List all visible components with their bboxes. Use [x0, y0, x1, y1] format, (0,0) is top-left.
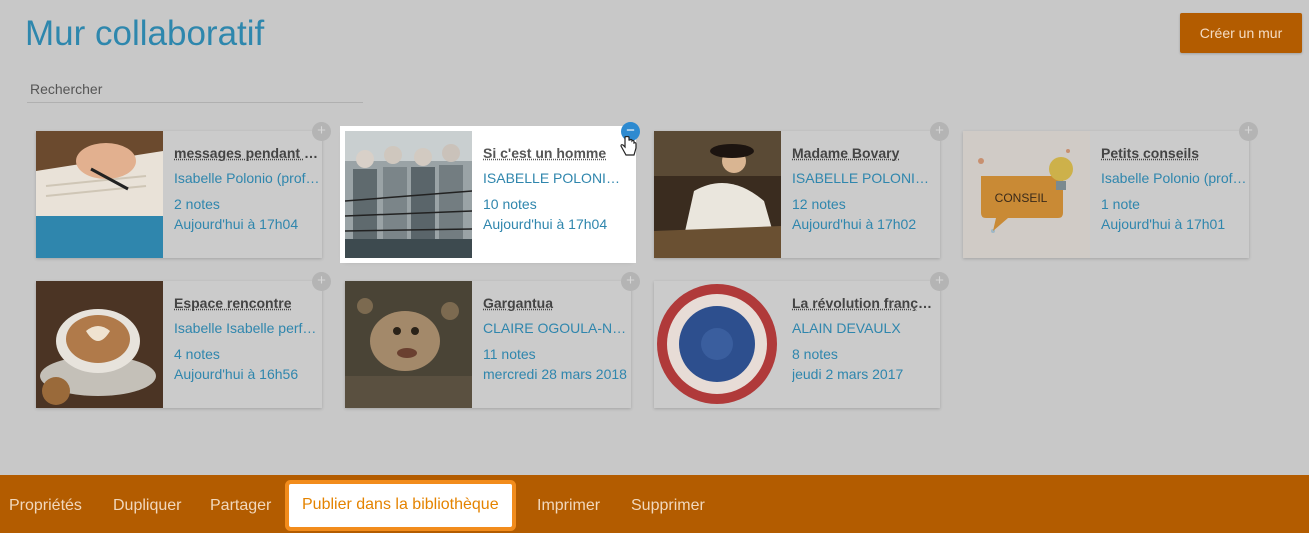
card-notes: 11 notes	[483, 346, 629, 362]
card-date: Aujourd'hui à 17h01	[1101, 216, 1247, 232]
page-title: Mur collaboratif	[25, 14, 264, 54]
card-date: Aujourd'hui à 17h02	[792, 216, 938, 232]
wall-card[interactable]: Espace rencontre Isabelle Isabelle perf …	[36, 281, 322, 408]
card-notes: 12 notes	[792, 196, 938, 212]
card-author: ALAIN DEVAULX	[792, 320, 938, 336]
search-placeholder: Rechercher	[27, 81, 102, 97]
card-date: mercredi 28 mars 2018	[483, 366, 629, 382]
card-thumbnail	[654, 131, 781, 258]
menu-publish-library[interactable]: Publier dans la bibliothèque	[289, 484, 512, 527]
card-notes: 1 note	[1101, 196, 1247, 212]
card-title[interactable]: La révolution française	[792, 295, 938, 311]
card-author: CLAIRE OGOULA-NK...	[483, 320, 629, 336]
add-icon[interactable]: +	[621, 272, 640, 291]
menu-print[interactable]: Imprimer	[537, 475, 600, 533]
add-icon[interactable]: +	[930, 122, 949, 141]
card-thumbnail	[345, 281, 472, 408]
card-thumbnail	[345, 131, 472, 258]
card-date: Aujourd'hui à 16h56	[174, 366, 320, 382]
card-author: Isabelle Polonio (prof ...	[174, 170, 320, 186]
card-thumbnail	[654, 281, 781, 408]
card-notes: 10 notes	[483, 196, 629, 212]
add-icon[interactable]: +	[930, 272, 949, 291]
add-icon[interactable]: +	[1239, 122, 1258, 141]
menu-properties[interactable]: Propriétés	[9, 475, 82, 533]
card-title[interactable]: Madame Bovary	[792, 145, 938, 161]
add-icon[interactable]: +	[312, 122, 331, 141]
card-title[interactable]: messages pendant le confinement	[174, 145, 320, 161]
card-notes: 8 notes	[792, 346, 938, 362]
card-date: Aujourd'hui à 17h04	[174, 216, 320, 232]
card-author: Isabelle Isabelle perf t...	[174, 320, 320, 336]
menu-duplicate[interactable]: Dupliquer	[113, 475, 181, 533]
wall-card[interactable]: Gargantua CLAIRE OGOULA-NK... 11 notes m…	[345, 281, 631, 408]
add-icon[interactable]: +	[312, 272, 331, 291]
card-author: Isabelle Polonio (prof ...	[1101, 170, 1247, 186]
hand-cursor-icon	[620, 136, 638, 158]
card-title[interactable]: Gargantua	[483, 295, 629, 311]
search-field[interactable]: Rechercher	[27, 78, 363, 103]
card-thumbnail	[36, 281, 163, 408]
card-author: ISABELLE POLONIO (...	[483, 170, 629, 186]
wall-card[interactable]: La révolution française ALAIN DEVAULX 8 …	[654, 281, 940, 408]
card-date: jeudi 2 mars 2017	[792, 366, 938, 382]
card-notes: 2 notes	[174, 196, 320, 212]
card-title[interactable]: Espace rencontre	[174, 295, 320, 311]
wall-card-selected[interactable]: Si c'est un homme ISABELLE POLONIO (... …	[345, 131, 631, 258]
card-date: Aujourd'hui à 17h04	[483, 216, 629, 232]
card-title[interactable]: Si c'est un homme	[483, 145, 629, 161]
menu-delete[interactable]: Supprimer	[631, 475, 705, 533]
card-author: ISABELLE POLONIO (...	[792, 170, 938, 186]
menu-share[interactable]: Partager	[210, 475, 271, 533]
wall-card[interactable]: messages pendant le confinement Isabelle…	[36, 131, 322, 258]
card-thumbnail	[36, 131, 163, 258]
card-title[interactable]: Petits conseils	[1101, 145, 1247, 161]
card-thumbnail: CONSEIL	[963, 131, 1090, 258]
card-notes: 4 notes	[174, 346, 320, 362]
wall-card[interactable]: Madame Bovary ISABELLE POLONIO (... 12 n…	[654, 131, 940, 258]
create-wall-button[interactable]: Créer un mur	[1180, 13, 1302, 53]
bottom-action-bar: Propriétés Dupliquer Partager Publier da…	[0, 475, 1309, 533]
wall-card[interactable]: CONSEIL Petits conseils Isabelle Polonio…	[963, 131, 1249, 258]
conseil-image-text: CONSEIL	[995, 191, 1048, 205]
